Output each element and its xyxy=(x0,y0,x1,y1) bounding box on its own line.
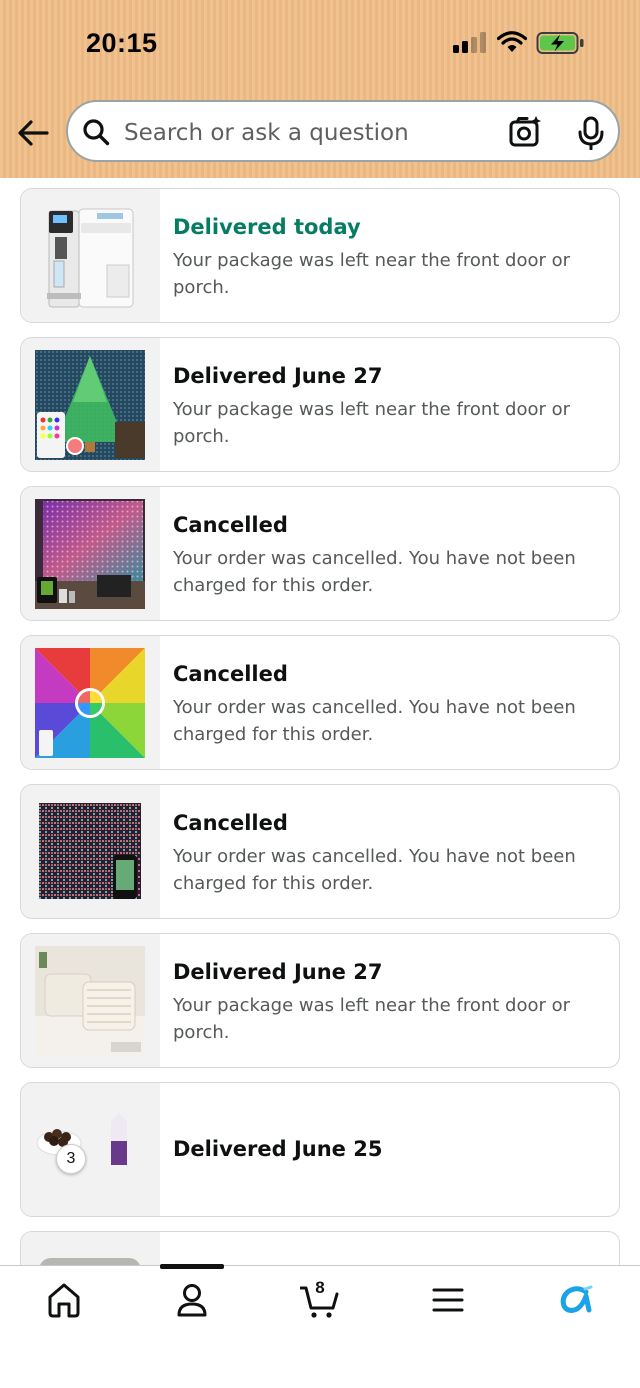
order-card[interactable]: Cancelled Your order was cancelled. You … xyxy=(20,486,620,621)
order-detail: Your package was left near the front doo… xyxy=(173,995,571,1043)
order-status: Cancelled xyxy=(173,811,288,835)
search-bar[interactable]: Search or ask a question xyxy=(66,100,620,162)
led-curtain-room-image xyxy=(35,499,145,609)
order-status: Cancelled xyxy=(173,513,288,537)
product-image-partial xyxy=(35,1244,145,1265)
product-image xyxy=(21,934,160,1067)
active-tab-indicator xyxy=(160,1264,224,1269)
water-dispenser-image xyxy=(35,201,145,311)
search-icon xyxy=(83,119,110,146)
led-curtain-string-image xyxy=(35,797,145,907)
item-count-badge: 3 xyxy=(56,1144,86,1174)
battery-icon xyxy=(536,32,584,54)
status-time: 20:15 xyxy=(86,28,158,58)
order-card[interactable]: Delivered June 27 Your package was left … xyxy=(20,933,620,1068)
order-card[interactable]: Delivered today Your package was left ne… xyxy=(20,188,620,323)
order-detail: Your order was cancelled. You have not b… xyxy=(173,846,576,894)
order-status: Delivered June 25 xyxy=(173,1137,383,1161)
led-curtain-rainbow-image xyxy=(35,648,145,758)
menu-icon[interactable] xyxy=(428,1280,468,1320)
order-status: Cancelled xyxy=(173,662,288,686)
order-card[interactable]: Delivered June 27 Your package was left … xyxy=(20,337,620,472)
order-detail: Your order was cancelled. You have not b… xyxy=(173,548,576,596)
product-image xyxy=(21,189,160,322)
cellular-signal-icon xyxy=(453,31,487,53)
home-icon[interactable] xyxy=(44,1280,84,1320)
wifi-icon xyxy=(497,31,527,52)
order-card[interactable]: Cancelled Your order was cancelled. You … xyxy=(20,784,620,919)
order-detail: Your order was cancelled. You have not b… xyxy=(173,697,576,745)
bottom-tab-bar: 8 xyxy=(0,1264,640,1388)
account-icon[interactable] xyxy=(172,1280,212,1320)
product-image: 3 xyxy=(21,1083,160,1216)
order-detail: Your package was left near the front doo… xyxy=(173,250,571,298)
back-arrow-icon[interactable] xyxy=(16,116,50,150)
microphone-icon[interactable] xyxy=(576,116,606,150)
order-detail: Your package was left near the front doo… xyxy=(173,399,571,447)
product-image xyxy=(21,785,160,918)
app-header: 20:15 Search or ask a question xyxy=(0,0,640,178)
order-status: Delivered today xyxy=(173,215,361,239)
pillows-image xyxy=(35,946,145,1056)
rufus-icon[interactable] xyxy=(556,1280,596,1320)
order-card[interactable] xyxy=(20,1231,620,1265)
cart-button[interactable]: 8 xyxy=(299,1278,340,1320)
order-status: Delivered June 27 xyxy=(173,960,383,984)
product-image xyxy=(21,636,160,769)
cart-count: 8 xyxy=(315,1278,325,1297)
camera-search-icon[interactable] xyxy=(508,115,542,149)
product-image xyxy=(21,1232,160,1265)
product-image xyxy=(21,487,160,620)
order-status: Delivered June 27 xyxy=(173,364,383,388)
order-card[interactable]: Cancelled Your order was cancelled. You … xyxy=(20,635,620,770)
product-image xyxy=(21,338,160,471)
orders-list[interactable]: Delivered today Your package was left ne… xyxy=(0,178,640,1265)
search-placeholder[interactable]: Search or ask a question xyxy=(124,120,409,146)
groceries-image xyxy=(35,1095,145,1205)
led-curtain-tree-image xyxy=(35,350,145,460)
order-card[interactable]: 3 Delivered June 25 xyxy=(20,1082,620,1217)
